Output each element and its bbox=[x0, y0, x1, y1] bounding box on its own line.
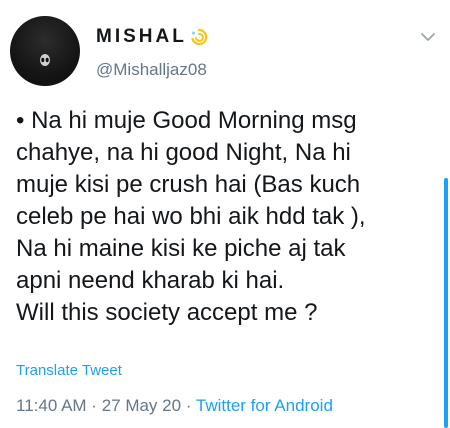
dizzy-symbol-icon bbox=[191, 28, 208, 46]
meta-separator: · bbox=[86, 396, 102, 415]
tweet-card: MISHAL @Mishalljaz08 • Na hi muje Good M… bbox=[0, 0, 450, 428]
avatar[interactable] bbox=[10, 16, 80, 86]
alien-icon bbox=[40, 54, 50, 66]
tweet-text: • Na hi muje Good Morning msg chahye, na… bbox=[16, 107, 366, 326]
scrollbar[interactable] bbox=[444, 178, 448, 428]
user-handle[interactable]: @Mishalljaz08 bbox=[96, 60, 207, 80]
chevron-down-icon[interactable] bbox=[420, 32, 436, 42]
tweet-source-link[interactable]: Twitter for Android bbox=[196, 396, 333, 415]
tweet-date[interactable]: 27 May 20 bbox=[102, 396, 181, 415]
meta-separator: · bbox=[181, 396, 196, 415]
translate-tweet-link[interactable]: Translate Tweet bbox=[16, 362, 122, 379]
tweet-meta: 11:40 AM · 27 May 20 · Twitter for Andro… bbox=[16, 396, 333, 416]
display-name[interactable]: MISHAL bbox=[96, 26, 187, 48]
tweet-time[interactable]: 11:40 AM bbox=[16, 396, 87, 415]
author-name-row: MISHAL bbox=[96, 25, 209, 49]
